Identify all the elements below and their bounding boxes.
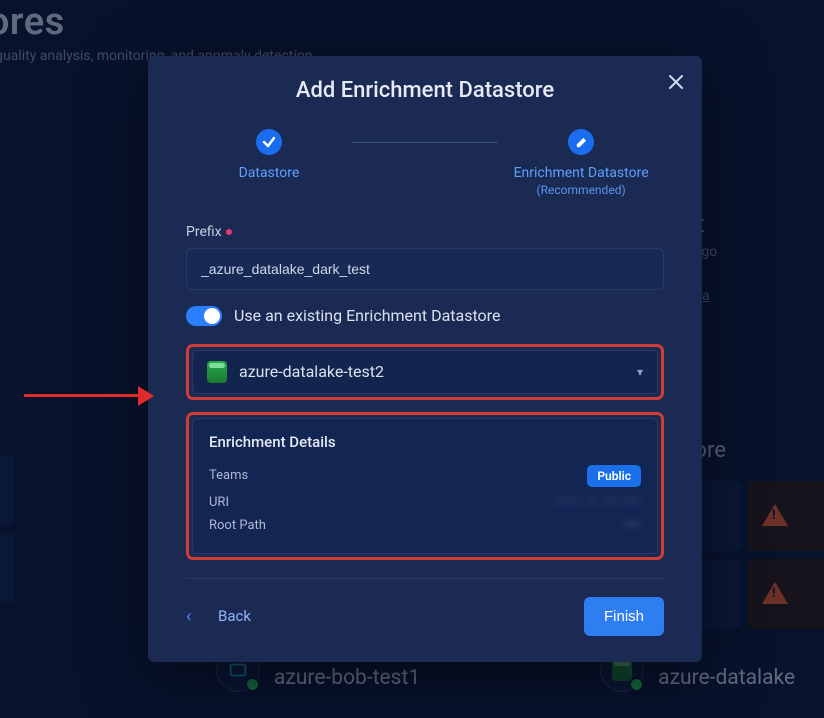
use-existing-toggle[interactable] <box>186 306 222 326</box>
select-value: azure-datalake-test2 <box>239 362 384 381</box>
prefix-label: Prefix <box>186 224 664 240</box>
divider <box>186 578 664 579</box>
detail-row-root-path: Root Path •••• <box>209 514 641 537</box>
toggle-knob-icon <box>204 308 220 324</box>
step-label: Datastore <box>239 165 300 183</box>
modal-footer: ‹ Back Finish <box>186 597 664 636</box>
enrichment-details-card: Enrichment Details Teams Public URI ••••… <box>192 418 658 554</box>
detail-key: Teams <box>209 468 248 483</box>
modal-title: Add Enrichment Datastore <box>186 78 664 103</box>
detail-value: •••• •• •• ••• <box>555 495 641 510</box>
close-icon <box>669 75 683 89</box>
step-complete-icon <box>256 129 282 155</box>
back-button[interactable]: ‹ Back <box>186 606 251 627</box>
annotation-highlight-details: Enrichment Details Teams Public URI ••••… <box>186 412 664 560</box>
step-enrichment-datastore[interactable]: Enrichment Datastore(Recommended) <box>498 129 664 198</box>
finish-button[interactable]: Finish <box>584 597 664 636</box>
detail-row-uri: URI •••• •• •• ••• <box>209 491 641 514</box>
stepper: Datastore Enrichment Datastore(Recommend… <box>186 129 664 198</box>
enrichment-datastore-select[interactable]: azure-datalake-test2 ▾ <box>192 350 658 394</box>
detail-key: Root Path <box>209 518 266 533</box>
add-enrichment-datastore-modal: Add Enrichment Datastore Datastore Enric… <box>148 56 702 662</box>
required-indicator-icon <box>226 229 232 235</box>
prefix-input[interactable] <box>186 248 664 290</box>
close-button[interactable] <box>664 70 688 94</box>
back-label: Back <box>218 607 251 625</box>
annotation-highlight-select: azure-datalake-test2 ▾ <box>186 344 664 400</box>
datalake-icon <box>207 361 227 383</box>
public-badge: Public <box>587 465 641 487</box>
step-label: Enrichment Datastore(Recommended) <box>514 165 649 198</box>
step-sublabel: (Recommended) <box>514 183 649 198</box>
details-title: Enrichment Details <box>209 433 641 451</box>
chevron-down-icon: ▾ <box>637 365 643 379</box>
chevron-left-icon: ‹ <box>186 606 206 627</box>
step-datastore[interactable]: Datastore <box>186 129 352 183</box>
detail-row-teams: Teams Public <box>209 461 641 491</box>
detail-value: •••• <box>623 518 641 533</box>
use-existing-label: Use an existing Enrichment Datastore <box>234 306 500 325</box>
step-connector <box>352 142 498 143</box>
step-current-icon <box>568 129 594 155</box>
detail-key: URI <box>209 495 229 510</box>
